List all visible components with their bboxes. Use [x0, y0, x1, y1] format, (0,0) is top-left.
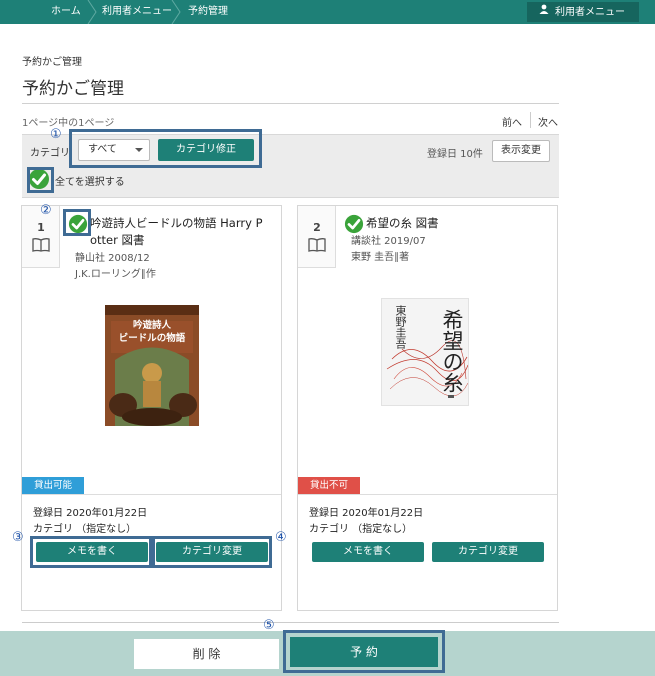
status-badge: 貸出可能: [22, 477, 85, 494]
book-publisher: 静山社 2008/12: [75, 253, 150, 264]
user-menu-label: 利用者メニュー: [555, 7, 625, 18]
book-icon: [32, 238, 50, 252]
card-category: カテゴリ （指定なし）: [309, 524, 413, 535]
callout-box-select-all: [27, 167, 54, 193]
cover-title-line2: ビードルの物語: [118, 333, 186, 344]
card-category: カテゴリ （指定なし）: [33, 524, 137, 535]
pagination-info: 1ページ中の1ページ: [22, 118, 115, 129]
breadcrumb-separator-icon: [170, 0, 182, 24]
status-badge: 貸出不可: [298, 477, 361, 494]
delete-button[interactable]: 削 除: [134, 639, 279, 669]
book-icon: [308, 238, 326, 252]
callout-number-2: ②: [40, 203, 52, 218]
card-registered-date: 登録日 2020年01月22日: [309, 508, 424, 519]
card-divider: [22, 494, 281, 495]
card-divider: [298, 494, 557, 495]
cover-author: 東野圭吾: [394, 305, 407, 349]
callout-number-5: ⑤: [263, 618, 275, 633]
breadcrumb-separator-icon: [86, 0, 98, 24]
title-divider: [22, 103, 559, 104]
cover-title: 希望の糸: [440, 309, 464, 393]
page-subtitle: 予約かご管理: [22, 57, 82, 68]
callout-box-category-change: [152, 536, 272, 568]
prev-page-link[interactable]: 前へ: [502, 114, 522, 129]
select-all-label: 全てを選択する: [55, 177, 125, 188]
callout-box-memo: [30, 536, 152, 568]
book-publisher: 講談社 2019/07: [351, 236, 426, 247]
card-number-column: 2: [298, 206, 336, 268]
book-card: 2 希望の糸 図書 講談社 2019/07 東野 圭吾∥著 東野圭吾 希望の糸 …: [297, 205, 558, 611]
registered-count: 登録日 10件: [427, 149, 483, 160]
cover-title-line1: 吟遊詩人: [132, 320, 171, 331]
card-registered-date: 登録日 2020年01月22日: [33, 508, 148, 519]
category-label: カテゴリ: [30, 148, 70, 159]
callout-number-4: ④: [275, 530, 287, 545]
book-title[interactable]: 吟遊詩人ビードルの物語 Harry P: [90, 215, 263, 232]
write-memo-button[interactable]: メモを書く: [312, 542, 424, 562]
callout-number-1: ①: [50, 127, 62, 142]
callout-number-3: ③: [12, 530, 24, 545]
breadcrumb-user-menu[interactable]: 利用者メニュー: [102, 0, 172, 24]
callout-box-category: [69, 129, 262, 168]
page-title: 予約かご管理: [22, 79, 124, 99]
pagination-separator: [530, 112, 531, 128]
display-change-button[interactable]: 表示変更: [492, 140, 550, 162]
book-title-continued[interactable]: otter 図書: [90, 232, 145, 249]
book-author: 東野 圭吾∥著: [351, 252, 410, 263]
callout-box-reserve: [283, 630, 445, 673]
user-menu-button[interactable]: 利用者メニュー: [527, 2, 639, 22]
book-author: J.K.ローリング∥作: [75, 269, 156, 280]
book-cover-image[interactable]: 東野圭吾 希望の糸: [381, 298, 469, 406]
next-page-link[interactable]: 次へ: [538, 114, 558, 129]
book-title[interactable]: 希望の糸 図書: [366, 215, 439, 232]
category-change-button[interactable]: カテゴリ変更: [432, 542, 544, 562]
book-select-checkbox[interactable]: [344, 214, 364, 234]
card-number: 1: [37, 221, 45, 234]
card-number: 2: [313, 221, 321, 234]
breadcrumb-current: 予約管理: [188, 6, 228, 17]
callout-box-item-check: [63, 209, 91, 236]
user-icon: [539, 2, 549, 22]
check-circle-icon: [344, 214, 364, 234]
book-cover-image[interactable]: 吟遊詩人 ビードルの物語: [105, 305, 199, 426]
bottom-divider: [22, 622, 559, 623]
breadcrumb-home[interactable]: ホーム: [51, 0, 81, 24]
